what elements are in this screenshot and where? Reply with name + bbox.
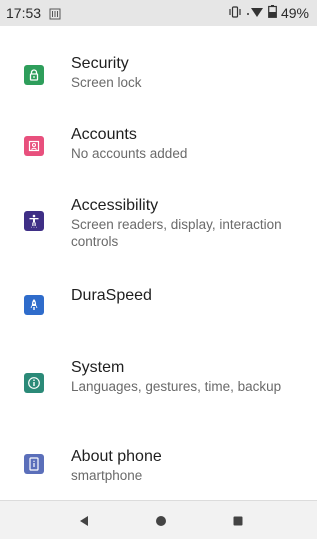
wifi-icon — [246, 5, 264, 21]
back-icon[interactable] — [76, 513, 92, 529]
sim-card-icon — [49, 7, 61, 20]
battery-icon — [268, 5, 277, 21]
info-icon — [24, 373, 44, 393]
accessibility-icon — [24, 211, 44, 231]
phone-info-icon — [24, 454, 44, 474]
rocket-icon — [24, 295, 44, 315]
setting-subtitle: Languages, gestures, time, backup — [71, 379, 282, 394]
setting-subtitle: smartphone — [71, 468, 143, 483]
setting-title: Accounts — [71, 126, 137, 143]
account-box-icon — [24, 136, 44, 156]
vibrate-icon — [228, 5, 242, 21]
setting-item-accounts[interactable]: Accounts No accounts added — [0, 121, 317, 181]
setting-title: About phone — [71, 448, 162, 465]
setting-title: Accessibility — [71, 197, 159, 214]
setting-title: DuraSpeed — [71, 287, 152, 304]
setting-item-about-phone[interactable]: About phone smartphone — [0, 445, 317, 505]
status-bar: 17:53 49% — [0, 0, 317, 26]
setting-item-security[interactable]: Security Screen lock — [0, 50, 317, 110]
setting-item-system[interactable]: System Languages, gestures, time, backup — [0, 356, 317, 436]
home-icon[interactable] — [153, 513, 169, 529]
setting-title: Security — [71, 55, 129, 72]
battery-percentage: 49% — [280, 5, 309, 21]
setting-subtitle: Screen readers, display, interaction con… — [71, 217, 282, 249]
navigation-bar — [0, 500, 317, 539]
recents-icon[interactable] — [230, 513, 246, 529]
setting-item-duraspeed[interactable]: DuraSpeed — [0, 284, 317, 334]
lock-icon — [24, 65, 44, 85]
setting-subtitle: No accounts added — [71, 146, 188, 161]
setting-title: System — [71, 359, 125, 376]
status-time: 17:53 — [6, 5, 42, 21]
setting-item-accessibility[interactable]: Accessibility Screen readers, display, i… — [0, 194, 317, 274]
setting-subtitle: Screen lock — [71, 75, 142, 90]
